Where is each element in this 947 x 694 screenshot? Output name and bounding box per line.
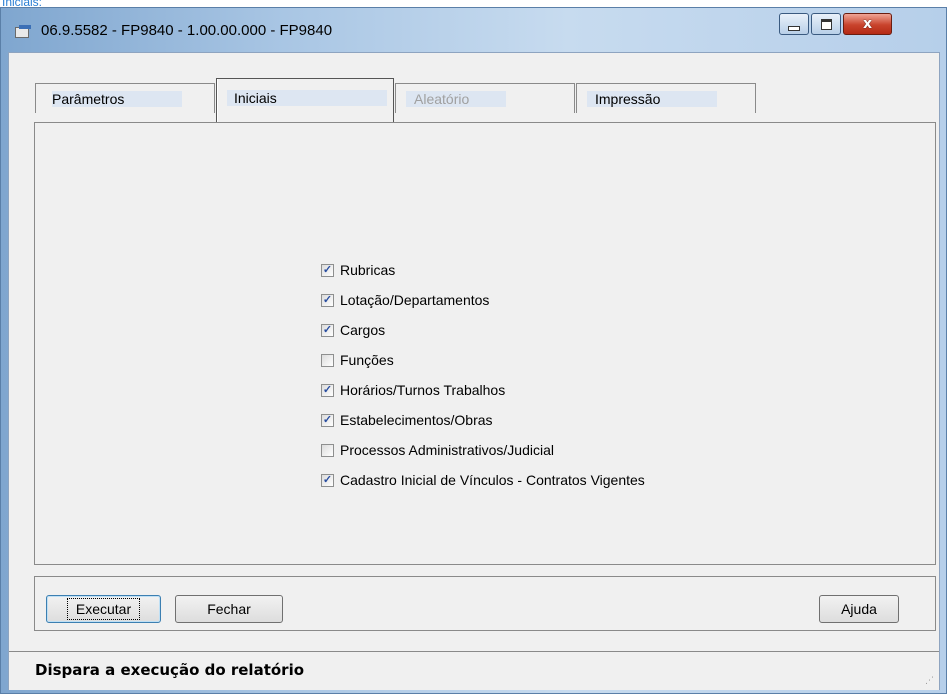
close-button[interactable]: Fechar bbox=[175, 595, 283, 623]
checkbox-box[interactable] bbox=[321, 443, 334, 457]
checkbox-box[interactable]: ✓ bbox=[321, 413, 334, 427]
tab-aleatorio: Aleatório bbox=[395, 83, 575, 113]
checkbox-box[interactable] bbox=[321, 353, 334, 367]
tab-impressao[interactable]: Impressão bbox=[576, 83, 756, 113]
help-button-label: Ajuda bbox=[841, 601, 877, 617]
checkbox-label: Horários/Turnos Trabalhos bbox=[340, 382, 506, 398]
checkbox-estabelecimentos-obras[interactable]: ✓ Estabelecimentos/Obras bbox=[321, 410, 493, 430]
maximize-icon bbox=[820, 18, 832, 30]
checkbox-label: Funções bbox=[340, 352, 394, 368]
checkbox-box[interactable]: ✓ bbox=[321, 293, 334, 307]
checkbox-funcoes[interactable]: Funções bbox=[321, 350, 394, 370]
window-title: 06.9.5582 - FP9840 - 1.00.00.000 - FP984… bbox=[41, 22, 333, 39]
checkbox-label: Cargos bbox=[340, 322, 386, 338]
tab-parametros[interactable]: Parâmetros bbox=[35, 83, 215, 113]
close-button-label: Fechar bbox=[207, 601, 251, 617]
close-icon: x bbox=[862, 16, 873, 32]
help-button[interactable]: Ajuda bbox=[819, 595, 899, 623]
maximize-button[interactable] bbox=[811, 13, 841, 35]
execute-button-label: Executar bbox=[66, 598, 141, 620]
checkbox-processos[interactable]: Processos Administrativos/Judicial bbox=[321, 440, 554, 460]
app-window-icon bbox=[15, 25, 31, 38]
tab-label: Aleatório bbox=[414, 91, 470, 107]
checkbox-box[interactable]: ✓ bbox=[321, 473, 334, 487]
checkbox-label: Lotação/Departamentos bbox=[340, 292, 490, 308]
close-window-button[interactable]: x bbox=[843, 13, 892, 35]
tab-label: Parâmetros bbox=[52, 91, 125, 107]
tab-label: Iniciais bbox=[234, 90, 277, 106]
checkbox-label: Cadastro Inicial de Vínculos - Contratos… bbox=[340, 472, 645, 488]
resize-grip-icon[interactable]: ⋰ bbox=[925, 676, 935, 686]
minimize-button[interactable] bbox=[779, 13, 809, 35]
execute-button[interactable]: Executar bbox=[46, 595, 161, 623]
status-bar: Dispara a execução do relatório ⋰ bbox=[9, 651, 939, 690]
checkbox-label: Processos Administrativos/Judicial bbox=[340, 442, 554, 458]
minimize-icon bbox=[788, 25, 800, 31]
checkbox-cadastro-vinculos[interactable]: ✓ Cadastro Inicial de Vínculos - Contrat… bbox=[321, 470, 645, 490]
checkbox-box[interactable]: ✓ bbox=[321, 263, 334, 277]
status-text: Dispara a execução do relatório bbox=[35, 661, 305, 679]
title-bar[interactable]: 06.9.5582 - FP9840 - 1.00.00.000 - FP984… bbox=[1, 8, 946, 52]
checkbox-horarios-turnos[interactable]: ✓ Horários/Turnos Trabalhos bbox=[321, 380, 505, 400]
tab-iniciais[interactable]: Iniciais bbox=[216, 78, 394, 122]
tab-panel-iniciais: ✓ Rubricas ✓ Lotação/Departamentos ✓ Car… bbox=[34, 122, 936, 565]
dialog-window: 06.9.5582 - FP9840 - 1.00.00.000 - FP984… bbox=[0, 7, 947, 694]
checkbox-rubricas[interactable]: ✓ Rubricas bbox=[321, 260, 395, 280]
checkbox-lotacao-departamentos[interactable]: ✓ Lotação/Departamentos bbox=[321, 290, 489, 310]
checkbox-label: Rubricas bbox=[340, 262, 396, 278]
checkbox-cargos[interactable]: ✓ Cargos bbox=[321, 320, 385, 340]
checkbox-box[interactable]: ✓ bbox=[321, 383, 334, 397]
button-bar: Executar Fechar Ajuda bbox=[34, 576, 936, 631]
dialog-client-area: Parâmetros Aleatório Impressão Iniciais … bbox=[8, 52, 940, 690]
checkbox-label: Estabelecimentos/Obras bbox=[340, 412, 493, 428]
tab-label: Impressão bbox=[595, 91, 661, 107]
checkbox-box[interactable]: ✓ bbox=[321, 323, 334, 337]
